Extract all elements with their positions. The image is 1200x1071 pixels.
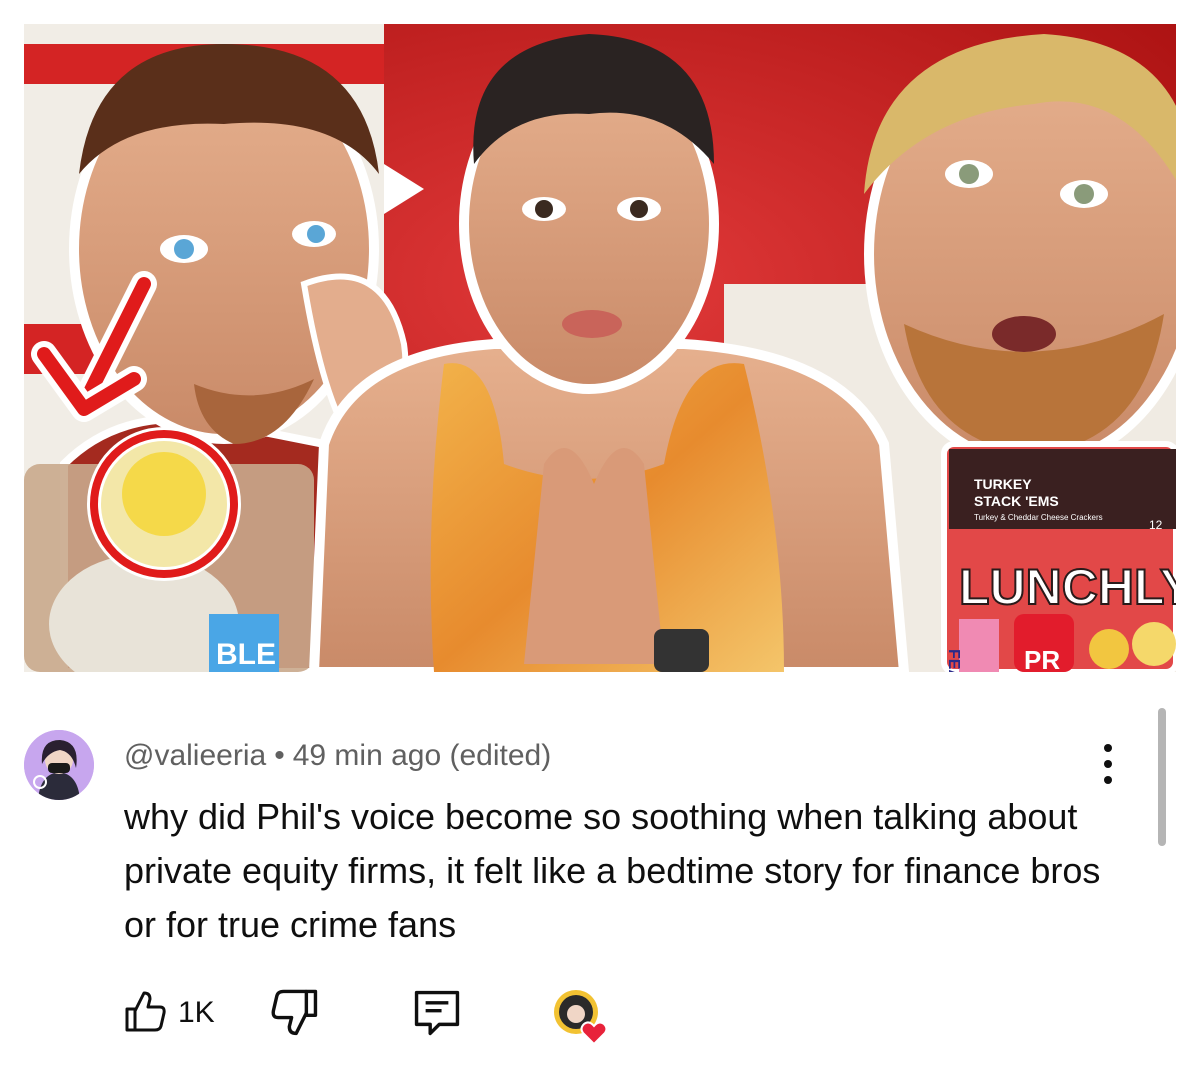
- thumbs-down-icon: [270, 989, 320, 1042]
- svg-text:Turkey & Cheddar Cheese Cracke: Turkey & Cheddar Cheese Crackers: [974, 513, 1103, 522]
- comment-author[interactable]: @valieeria: [124, 739, 266, 772]
- video-thumbnail[interactable]: BLE TURKEY STACK 'EMS Turkey & Cheddar C…: [24, 24, 1176, 672]
- comment-actions: 1K: [0, 988, 1200, 1048]
- comment-screen: BLE TURKEY STACK 'EMS Turkey & Cheddar C…: [0, 0, 1200, 1071]
- lunchly-package-graphic: TURKEY STACK 'EMS Turkey & Cheddar Chees…: [941, 441, 1176, 672]
- comment-item: @valieeria • 49 min ago (edited) why did P…: [0, 672, 1200, 1071]
- comment-time: 49 min ago (edited): [292, 739, 552, 772]
- scrollbar[interactable]: [1158, 708, 1166, 846]
- thumbnail-artwork: BLE TURKEY STACK 'EMS Turkey & Cheddar C…: [24, 24, 1176, 672]
- creator-heart-icon: [550, 986, 614, 1046]
- user-avatar-icon[interactable]: [24, 730, 94, 800]
- left-candy-label: BLE: [216, 638, 276, 671]
- comment-meta: @valieeria • 49 min ago (edited): [124, 738, 551, 774]
- comment-text: why did Phil's voice become so soothing …: [124, 796, 1101, 945]
- svg-text:12: 12: [1149, 518, 1163, 532]
- reply-button[interactable]: [412, 988, 462, 1038]
- svg-text:TURKEY: TURKEY: [974, 476, 1032, 492]
- thumbs-up-icon: [124, 989, 166, 1038]
- package-brand-text: LUNCHLY: [959, 559, 1176, 615]
- like-button[interactable]: 1K: [124, 988, 215, 1038]
- svg-text:STACK 'EMS: STACK 'EMS: [974, 493, 1059, 509]
- like-count: 1K: [178, 996, 215, 1029]
- svg-text:PR: PR: [1024, 645, 1060, 672]
- svg-text:FEAS: FEAS: [945, 649, 962, 672]
- reply-comment-icon: [412, 990, 462, 1042]
- more-vertical-icon[interactable]: [1090, 742, 1126, 786]
- dislike-button[interactable]: [270, 988, 320, 1038]
- meta-separator: •: [274, 739, 285, 772]
